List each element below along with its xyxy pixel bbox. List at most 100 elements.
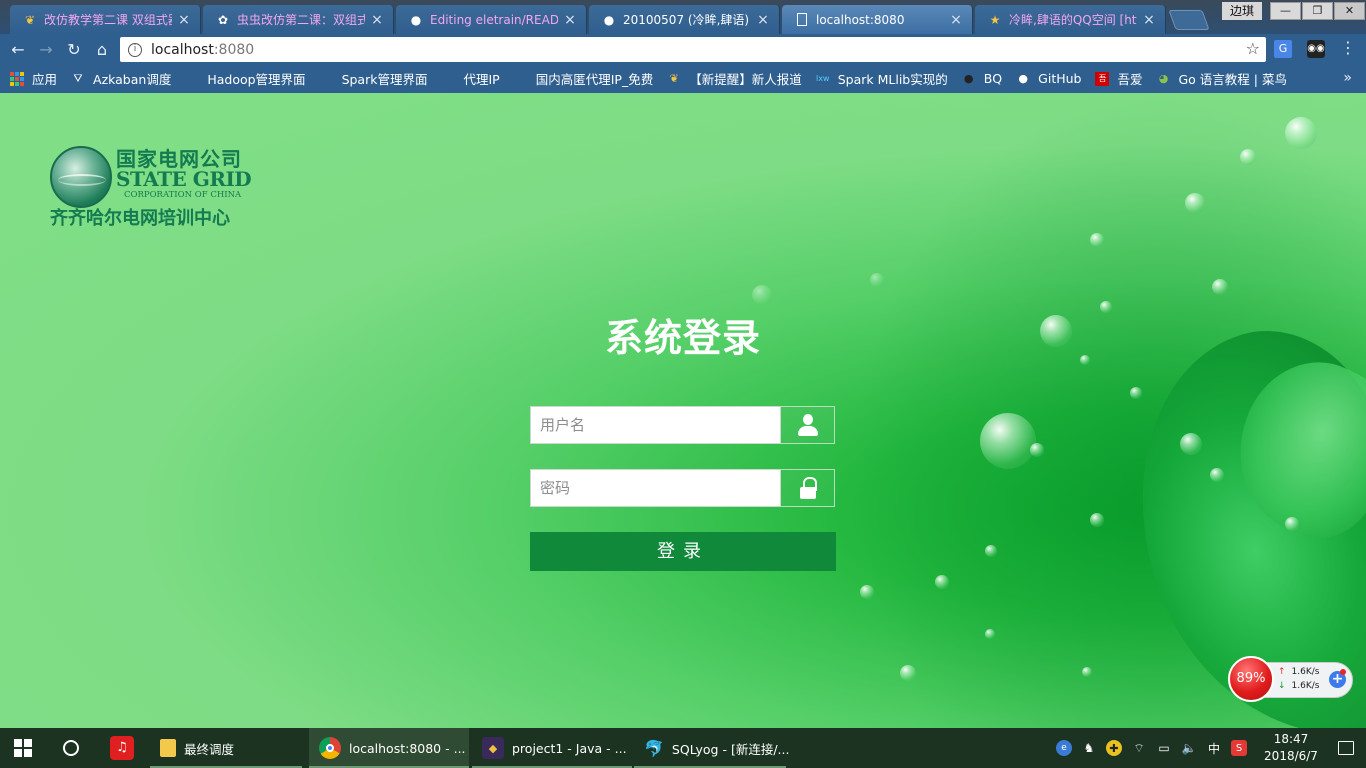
training-center-name: 齐齐哈尔电网培训中心 [50,208,230,229]
close-icon[interactable]: × [948,12,964,28]
password-addon [781,469,835,507]
sqlyog-icon: 🐬 [644,738,664,758]
taskbar-app-label: 最终调度 [184,741,235,757]
login-page: 国家电网公司 STATE GRID CORPORATION OF CHINA 齐… [0,93,1366,728]
extension-icon[interactable]: ◉◉ [1307,40,1325,58]
bookmark-hadoop[interactable]: Hadoop管理界面 [185,69,305,88]
speed-readout: ↑ 1.6K/s ↓ 1.6K/s [1278,665,1319,693]
sogou-ime-icon[interactable]: S [1231,740,1247,756]
close-window-button[interactable]: ✕ [1334,2,1365,20]
bookmark-anon-proxy[interactable]: 国内高匿代理IP_免费 [514,69,653,88]
bookmark-spark-mllib[interactable]: lxw Spark MLlib实现的 [816,69,948,88]
bubble-decoration [1080,355,1090,365]
password-field-group [530,469,835,507]
bookmark-github[interactable]: ● GitHub [1016,71,1081,86]
volume-icon[interactable]: 🔈 [1181,740,1197,756]
tab-3[interactable]: ● Editing eletrain/READM × [396,5,587,34]
tab-title: 冷眸,肆语的QQ空间 [htt [1009,13,1137,27]
clock-time: 18:47 [1273,732,1309,746]
github-icon: ● [603,12,615,27]
bookmark-apps[interactable]: 应用 [10,69,57,88]
close-icon[interactable]: × [755,12,771,28]
close-icon[interactable]: × [369,12,385,28]
qq-tray-icon[interactable]: ♞ [1081,740,1097,756]
bookmark-spark[interactable]: Spark管理界面 [320,69,428,88]
close-icon[interactable]: × [562,12,578,28]
username-input[interactable] [530,406,781,444]
forward-button[interactable]: → [32,35,60,63]
taskbar-app-folder[interactable]: 最终调度 [150,728,302,768]
bookmarks-overflow-icon[interactable]: » [1343,70,1352,86]
profile-name[interactable]: 边琪 [1222,2,1262,20]
butterfly-icon: ❦ [669,72,679,85]
bookmark-proxy-ip[interactable]: 代理IP [441,69,499,88]
bookmark-new-reminder[interactable]: ❦ 【新提醒】新人报道 [667,69,802,88]
bookmark-bq[interactable]: ● BQ [962,71,1002,86]
ime-indicator[interactable]: 中 [1206,740,1222,756]
github-icon: ● [1018,72,1028,85]
login-button[interactable]: 登录 [530,532,836,571]
browser-menu-icon[interactable]: ⋮ [1340,38,1356,57]
taskbar-clock[interactable]: 18:47 2018/6/7 [1256,731,1326,765]
plus-tray-icon[interactable]: ✚ [1106,740,1122,756]
tab-5-active[interactable]: localhost:8080 × [782,5,973,34]
close-icon[interactable]: × [176,12,192,28]
memory-usage-ball[interactable]: 89% [1228,656,1274,702]
bookmark-label: 应用 [32,72,58,87]
password-input[interactable] [530,469,781,507]
taskbar-app-label: localhost:8080 - ... [349,740,466,756]
taskbar-app-sqlyog[interactable]: 🐬 SQLyog - [新连接/... [634,728,789,768]
windows-start-icon[interactable] [14,739,32,757]
cortana-search-icon[interactable] [63,740,79,756]
bookmark-label: Hadoop管理界面 [207,72,306,87]
login-title: 系统登录 [604,316,761,360]
url-text[interactable]: localhost:8080 [151,42,254,58]
bookmark-label: Spark MLlib实现的 [837,72,948,87]
tab-6[interactable]: ★ 冷眸,肆语的QQ空间 [htt × [975,5,1166,34]
action-center-icon[interactable] [1326,741,1366,755]
back-button[interactable]: ← [4,35,32,63]
tab-1[interactable]: ❦ 改仿教学第二课 双组式器 × [10,5,201,34]
bookmark-star-icon[interactable]: ☆ [1246,39,1260,58]
tab-4[interactable]: ● 20100507 (冷眸,肆语) × [589,5,780,34]
bookmark-label: 代理IP [463,72,500,87]
page-icon [514,72,528,86]
butterfly-icon: ❦ [24,12,36,27]
reload-button[interactable]: ↻ [60,35,88,63]
security-tray-icon[interactable]: e [1056,740,1072,756]
bookmark-52pojie[interactable]: 吾 吾爱 [1095,69,1143,88]
tab-title: Editing eletrain/READM [430,12,558,27]
notification-dot [1340,669,1346,675]
chrome-icon [319,737,341,759]
info-icon[interactable]: i [128,42,142,57]
address-bar[interactable]: i localhost:8080 ☆ [120,37,1266,62]
bookmark-label: Spark管理界面 [341,72,428,87]
restore-button[interactable]: ❐ [1302,2,1333,20]
username-addon [781,406,835,444]
bubble-decoration [900,665,916,681]
translate-extension-icon[interactable]: G [1274,40,1292,58]
netease-music-icon[interactable]: ♫ [110,736,134,760]
new-tab-button[interactable] [1168,10,1210,30]
window-controls: — ❐ ✕ [1270,2,1366,20]
system-tray: e ♞ ✚ ⌔ ▭ 🔈 中 S 18:47 2018/6/7 [1056,728,1366,768]
bubble-decoration [1040,315,1072,347]
bubble-decoration [1180,433,1202,455]
taskbar-app-eclipse[interactable]: ◆ project1 - Java - ... [472,728,632,768]
bubble-decoration [1082,667,1092,677]
bubble-decoration [1090,513,1104,527]
bubble-decoration [1130,387,1142,399]
bubble-decoration [1212,279,1228,295]
wifi-icon[interactable]: ⌔ [1131,740,1147,756]
minimize-button[interactable]: — [1270,2,1301,20]
bookmark-azkaban[interactable]: ⛛ Azkaban调度 [71,69,171,88]
home-button[interactable]: ⌂ [88,35,116,63]
bookmark-label: 吾爱 [1117,72,1143,87]
battery-icon[interactable]: ▭ [1156,740,1172,756]
taskbar-app-chrome[interactable]: localhost:8080 - ... [309,728,469,768]
close-icon[interactable]: × [1141,12,1157,28]
bookmark-go-tutorial[interactable]: ◕ Go 语言教程 | 菜鸟 [1157,69,1287,88]
tab-2[interactable]: ✿ 虫虫改仿第二课：双组式 × [203,5,394,34]
network-speed-widget[interactable]: 89% ↑ 1.6K/s ↓ 1.6K/s + [1228,656,1353,704]
tab-title: 改仿教学第二课 双组式器 [44,13,172,27]
